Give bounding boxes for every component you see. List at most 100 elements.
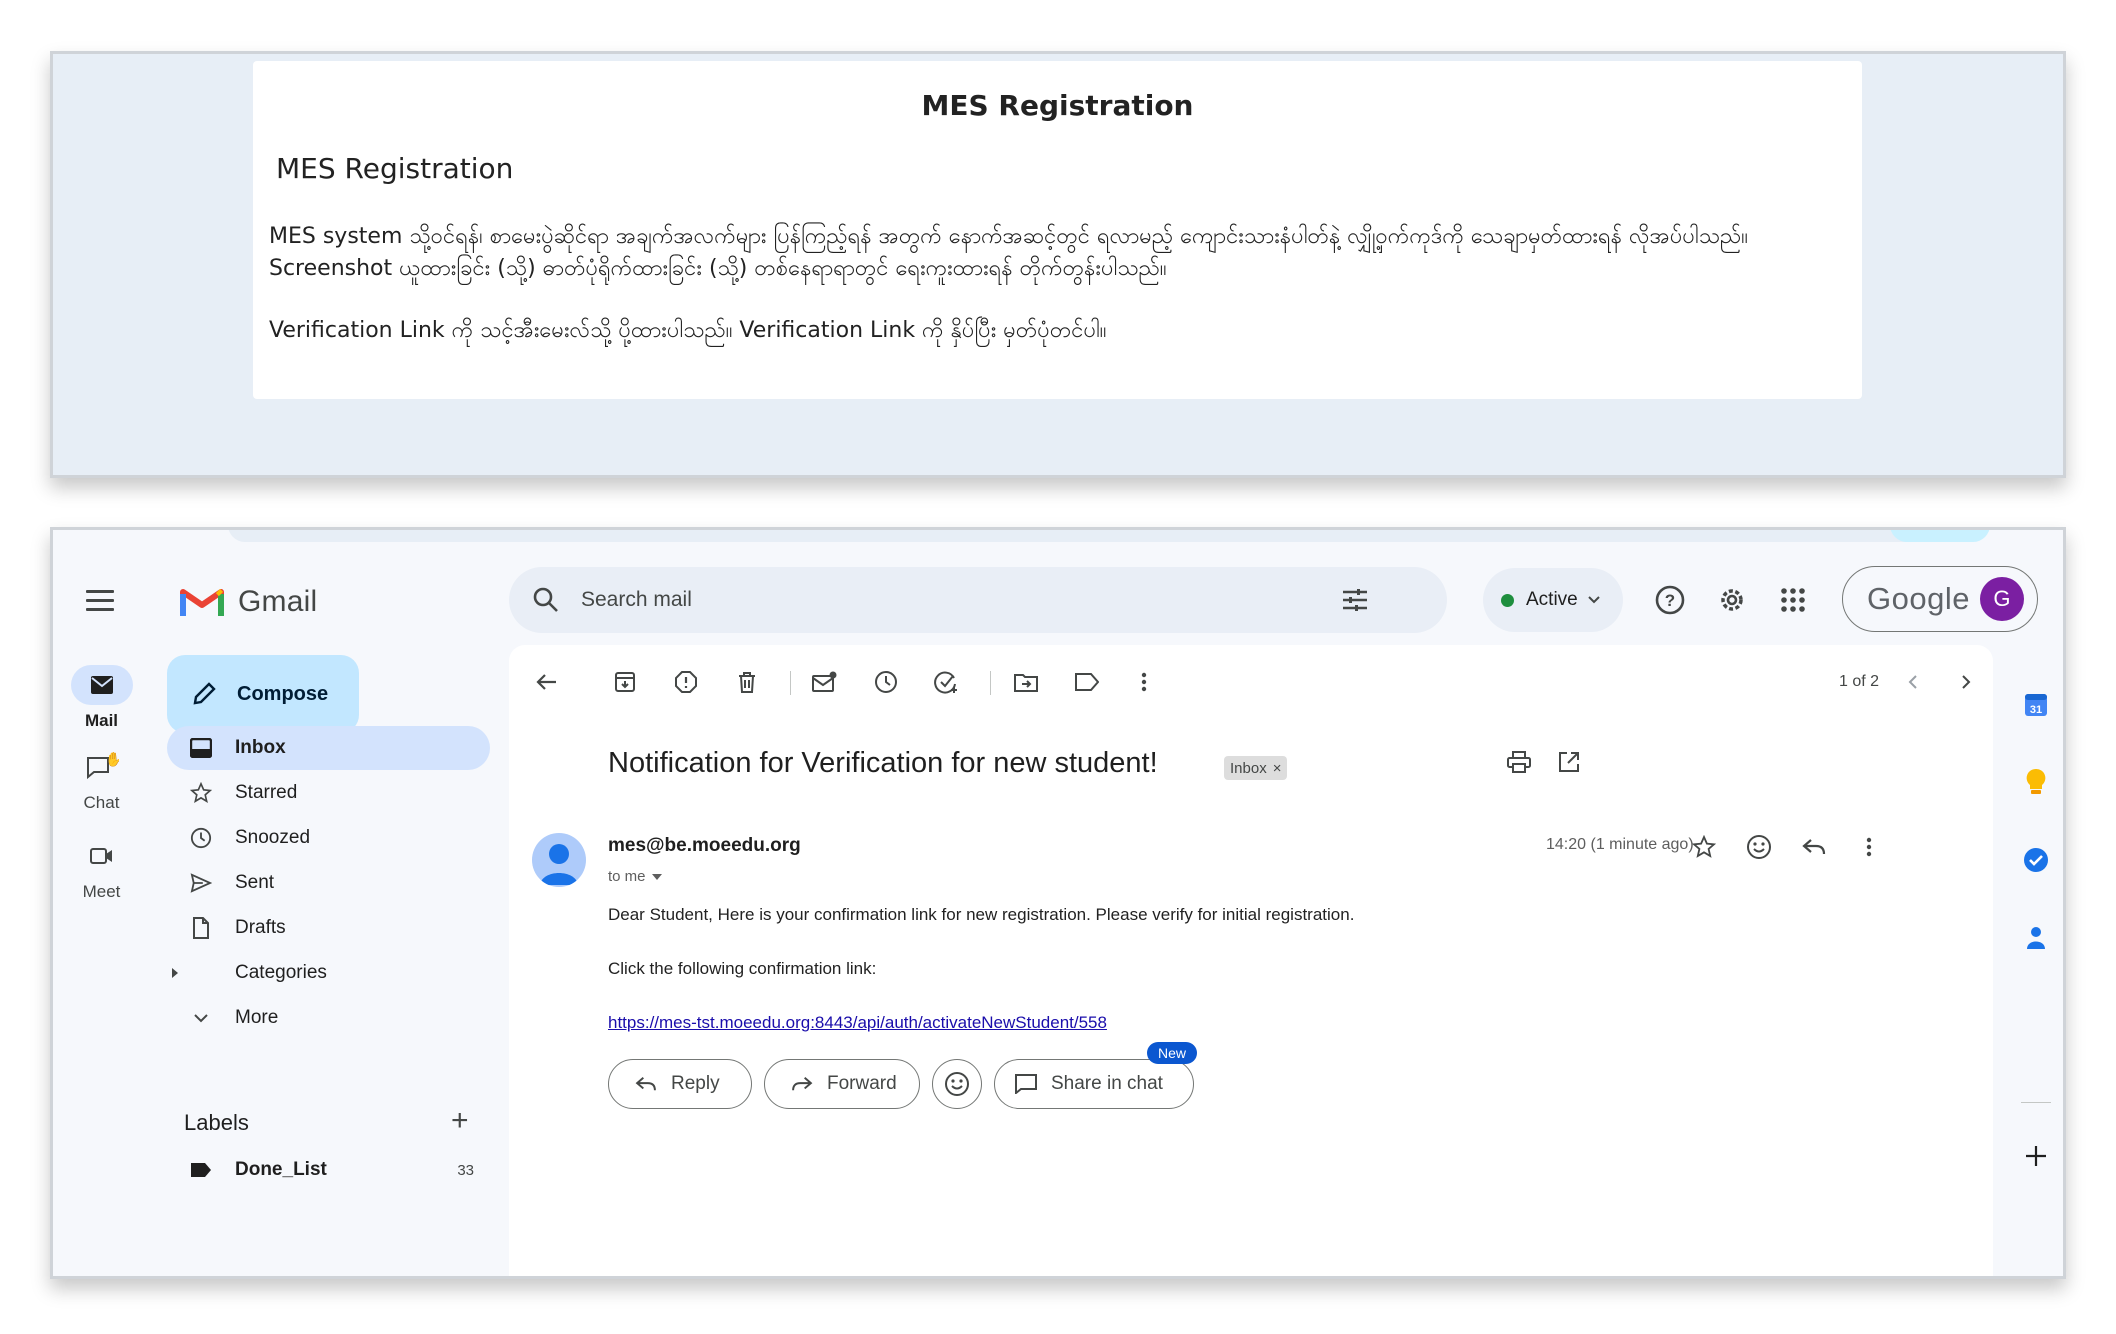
sidebar-item-drafts[interactable]: Drafts	[167, 906, 490, 950]
gmail-m-icon	[180, 588, 224, 616]
search-input[interactable]	[581, 588, 1341, 612]
report-spam-icon[interactable]	[669, 665, 703, 699]
rail-item-chat[interactable]: ✋ Chat	[53, 747, 150, 813]
draft-icon	[189, 916, 213, 940]
label-icon[interactable]	[1070, 665, 1104, 699]
rail-label-chat: Chat	[83, 793, 120, 812]
svg-text:?: ?	[1665, 591, 1675, 610]
label-item-done-list[interactable]: Done_List 33	[167, 1148, 490, 1192]
label-count: 33	[457, 1161, 474, 1179]
inbox-chip-text: Inbox	[1230, 759, 1267, 777]
back-arrow-icon[interactable]	[529, 665, 563, 699]
inbox-icon	[189, 736, 213, 760]
sidebar-item-inbox[interactable]: Inbox	[167, 726, 490, 770]
google-wordmark: Google	[1867, 581, 1970, 616]
svg-text:✋: ✋	[105, 752, 119, 767]
menu-line	[86, 599, 114, 602]
gmail-window: Mail ✋ Chat Meet Gmail Compose	[50, 527, 2066, 1279]
archive-icon[interactable]	[608, 665, 642, 699]
browser-tab-strip-end	[1890, 530, 1990, 542]
main-menu-button[interactable]	[86, 590, 114, 612]
star-icon[interactable]	[1687, 830, 1721, 864]
caret-down-icon	[651, 873, 662, 880]
sidebar-item-snoozed[interactable]: Snoozed	[167, 816, 490, 860]
sidebar-label-sent: Sent	[235, 872, 275, 893]
add-plus-icon[interactable]	[2019, 1139, 2053, 1173]
search-icon[interactable]	[533, 587, 559, 613]
chat-icon: ✋	[71, 747, 133, 787]
forward-icon	[791, 1076, 813, 1092]
rail-item-meet[interactable]: Meet	[53, 836, 150, 902]
snooze-clock-icon[interactable]	[869, 665, 903, 699]
reply-button[interactable]: Reply	[608, 1059, 752, 1109]
menu-line	[86, 590, 114, 593]
contacts-icon[interactable]	[2019, 921, 2053, 955]
compose-button[interactable]: Compose	[167, 655, 359, 733]
move-to-icon[interactable]	[1009, 665, 1043, 699]
reply-label: Reply	[671, 1073, 720, 1094]
mark-unread-icon[interactable]	[808, 665, 842, 699]
video-icon	[71, 836, 133, 876]
labels-heading: Labels	[184, 1110, 249, 1135]
gmail-logo[interactable]: Gmail	[180, 582, 317, 622]
sidebar-item-more[interactable]: More	[167, 996, 490, 1040]
print-icon[interactable]	[1502, 745, 1536, 779]
sidebar-label-inbox: Inbox	[235, 737, 286, 758]
mes-registration-panel: MES Registration MES Registration MES sy…	[50, 51, 2066, 478]
rail-item-mail[interactable]: Mail	[53, 665, 150, 731]
keep-icon[interactable]	[2019, 765, 2053, 799]
mes-instruction-paragraph: MES system သို့ဝင်ရန်၊ စာမေးပွဲဆိုင်ရာ အ…	[269, 224, 1748, 281]
rail-label-mail: Mail	[84, 711, 119, 730]
add-task-icon[interactable]	[930, 665, 964, 699]
chat-bubble-icon	[1015, 1074, 1037, 1094]
inbox-label-chip[interactable]: Inbox ×	[1224, 756, 1288, 780]
emoji-reaction-icon[interactable]	[1742, 830, 1776, 864]
more-vert-icon[interactable]	[1852, 830, 1886, 864]
emoji-button[interactable]	[932, 1059, 982, 1109]
tasks-icon[interactable]	[2019, 843, 2053, 877]
forward-button[interactable]: Forward	[764, 1059, 920, 1109]
reply-icon	[635, 1076, 657, 1092]
avatar: G	[1979, 577, 2024, 621]
chevron-down-icon	[189, 1006, 213, 1030]
chevron-right-icon[interactable]	[1949, 665, 1983, 699]
sender-email[interactable]: mes@be.moeedu.org	[608, 835, 801, 857]
chevron-left-icon[interactable]	[1896, 665, 1930, 699]
email-body-line: Dear Student, Here is your confirmation …	[608, 905, 1355, 924]
sidebar-label-drafts: Drafts	[235, 917, 286, 938]
sidebar-item-categories[interactable]: Categories	[167, 951, 490, 995]
delete-icon[interactable]	[730, 665, 764, 699]
status-selector[interactable]: Active	[1483, 568, 1623, 632]
open-in-new-window-icon[interactable]	[1552, 745, 1586, 779]
browser-tab-strip	[228, 530, 1928, 542]
share-in-chat-label: Share in chat	[1051, 1073, 1163, 1094]
pager-text: 1 of 2	[1839, 673, 1880, 690]
google-account-button[interactable]: Google G	[1842, 566, 2038, 632]
email-timestamp: 14:20 (1 minute ago)	[1546, 836, 1694, 853]
confirmation-link[interactable]: https://mes-tst.moeedu.org:8443/api/auth…	[608, 1013, 1107, 1033]
calendar-day: 31	[2030, 704, 2042, 716]
apps-grid-icon[interactable]	[1776, 583, 1810, 617]
close-icon[interactable]: ×	[1273, 760, 1282, 777]
help-icon[interactable]: ?	[1653, 583, 1687, 617]
more-vert-icon[interactable]	[1127, 665, 1161, 699]
message-pane: 1 of 2 Notification for Verification for…	[509, 645, 1993, 1276]
sidebar-item-sent[interactable]: Sent	[167, 861, 490, 905]
toolbar-divider	[790, 671, 791, 695]
mes-header-title: MES Registration	[921, 89, 1194, 122]
share-in-chat-button[interactable]: Share in chat	[994, 1059, 1194, 1109]
recipient-details[interactable]: to me	[608, 868, 662, 885]
sender-avatar[interactable]	[532, 833, 586, 887]
forward-label: Forward	[827, 1073, 897, 1094]
new-badge: New	[1147, 1042, 1197, 1064]
create-label-button[interactable]: +	[451, 1104, 469, 1138]
clock-icon	[189, 826, 213, 850]
calendar-icon[interactable]: 31	[2019, 688, 2053, 722]
search-options-icon[interactable]	[1341, 588, 1369, 612]
sidebar-label-starred: Starred	[235, 782, 298, 803]
email-subject: Notification for Verification for new st…	[608, 747, 1158, 779]
sidebar-item-starred[interactable]: Starred	[167, 771, 490, 815]
reply-icon[interactable]	[1797, 830, 1831, 864]
gear-icon[interactable]	[1715, 583, 1749, 617]
send-icon	[189, 871, 213, 895]
